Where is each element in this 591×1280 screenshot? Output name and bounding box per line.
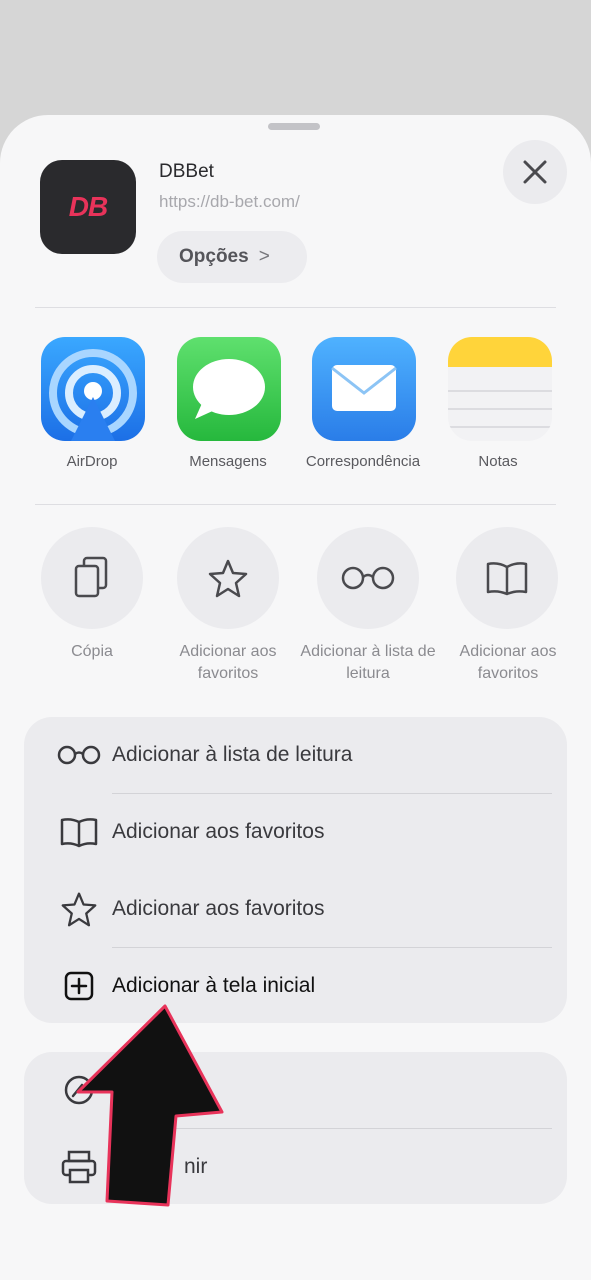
divider bbox=[35, 307, 556, 308]
divider bbox=[35, 504, 556, 505]
add-square-icon bbox=[54, 966, 104, 1006]
bookmark-action-label: Adicionar aos favoritos bbox=[459, 643, 557, 682]
options-label: Opções bbox=[179, 246, 249, 267]
copy-action-button[interactable] bbox=[41, 527, 143, 629]
sheet-grabber[interactable] bbox=[268, 123, 320, 130]
messages-icon bbox=[193, 359, 265, 419]
reading-list-action-button[interactable] bbox=[317, 527, 419, 629]
star-icon bbox=[54, 889, 104, 929]
airdrop-tile[interactable] bbox=[41, 337, 145, 441]
copy-action-label: Cópia bbox=[71, 643, 113, 660]
menu-row-label: Adicionar à tela inicial bbox=[112, 974, 316, 997]
menu-row-reading-list[interactable]: Adicionar à lista de leitura bbox=[24, 717, 567, 793]
mail-label: Correspondência bbox=[305, 453, 421, 470]
favorites-action-label: Adicionar aos favoritos bbox=[179, 643, 277, 682]
app-icon: DB bbox=[40, 160, 136, 254]
reading-list-action-label: Adicionar à lista de leitura bbox=[300, 643, 436, 682]
menu-row-markup[interactable] bbox=[24, 1052, 567, 1128]
book-icon bbox=[54, 812, 104, 852]
printer-icon bbox=[54, 1147, 104, 1187]
mail-icon bbox=[331, 365, 397, 411]
close-button[interactable] bbox=[503, 140, 567, 204]
messages-tile[interactable] bbox=[177, 337, 281, 441]
book-icon bbox=[486, 562, 528, 596]
menu-row-label: Adicionar à lista de leitura bbox=[112, 743, 353, 766]
more-actions-list: nir bbox=[24, 1052, 567, 1204]
options-button[interactable]: Opções > bbox=[157, 231, 307, 283]
menu-row-label: Adicionar aos favoritos bbox=[112, 820, 325, 843]
app-url: https://db-bet.com/ bbox=[159, 192, 300, 211]
menu-row-label: Adicionar aos favoritos bbox=[112, 897, 325, 920]
copy-icon bbox=[74, 556, 108, 598]
markup-icon bbox=[54, 1070, 104, 1110]
mail-tile[interactable] bbox=[312, 337, 416, 441]
close-icon bbox=[523, 160, 547, 184]
star-icon bbox=[208, 559, 248, 598]
chevron-right-icon: > bbox=[258, 246, 270, 267]
app-icon-logo: DB bbox=[68, 191, 108, 222]
notes-tile[interactable] bbox=[448, 337, 552, 441]
glasses-icon bbox=[341, 566, 395, 590]
menu-row-print[interactable]: nir bbox=[24, 1129, 567, 1205]
airdrop-icon bbox=[49, 349, 137, 441]
notes-label: Notas bbox=[478, 453, 518, 470]
share-sheet: DB DBBet https://db-bet.com/ Opções > Ai… bbox=[0, 115, 591, 1280]
messages-label: Mensagens bbox=[189, 453, 267, 470]
menu-row-add-to-home-screen[interactable]: Adicionar à tela inicial bbox=[24, 948, 567, 1024]
airdrop-label: AirDrop bbox=[66, 453, 118, 470]
bookmark-action-button[interactable] bbox=[456, 527, 558, 629]
app-name: DBBet bbox=[159, 161, 214, 182]
glasses-icon bbox=[54, 735, 104, 775]
favorites-action-button[interactable] bbox=[177, 527, 279, 629]
actions-list: Adicionar à lista de leitura Adicionar a… bbox=[24, 717, 567, 1023]
menu-row-favorites[interactable]: Adicionar aos favoritos bbox=[24, 794, 567, 870]
notes-icon bbox=[448, 337, 552, 428]
menu-row-label: nir bbox=[184, 1155, 208, 1178]
menu-row-bookmarks[interactable]: Adicionar aos favoritos bbox=[24, 871, 567, 947]
